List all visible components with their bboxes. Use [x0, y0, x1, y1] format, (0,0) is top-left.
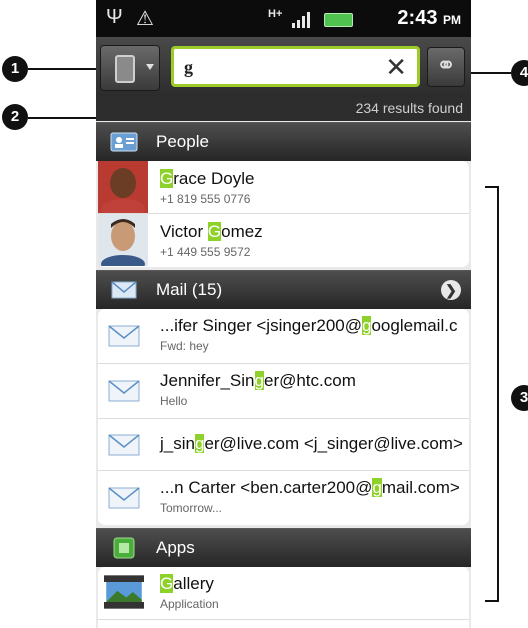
search-query: g — [184, 57, 193, 77]
results-count-bar: 234 results found — [96, 97, 471, 121]
battery-icon — [324, 13, 353, 27]
web-search-button[interactable]: ⚭ — [427, 47, 465, 87]
envelope-icon — [108, 434, 140, 456]
list-item-title: Victor Gomez — [160, 222, 263, 241]
chevron-down-icon — [146, 64, 154, 70]
list-item-subtitle: Fwd: hey — [160, 339, 209, 353]
gallery-icon — [104, 575, 144, 609]
bracket-bottom — [485, 600, 499, 602]
list-item[interactable]: Jennifer_Singer@htc.com Hello — [98, 364, 469, 419]
section-apps-title: Apps — [156, 538, 195, 557]
list-item[interactable]: Grace Doyle +1 819 555 0776 — [98, 161, 469, 214]
list-item-title: ...ifer Singer <jsinger200@googlemail.c — [160, 316, 458, 335]
list-item[interactable]: ...ifer Singer <jsinger200@googlemail.c … — [98, 309, 469, 364]
envelope-icon — [108, 325, 140, 347]
section-people: People — [96, 122, 471, 161]
callout-4-line — [465, 72, 511, 74]
search-source-button[interactable] — [100, 45, 160, 91]
list-item[interactable]: ...n Carter <ben.carter200@gmail.com> To… — [98, 471, 469, 525]
list-item-subtitle: Application — [160, 597, 219, 611]
clock: 2:43 PM — [397, 7, 461, 29]
callout-3: 3 — [511, 385, 528, 411]
network-type: H+ — [268, 8, 283, 20]
section-apps: Apps — [96, 528, 471, 567]
list-item-subtitle: Hello — [160, 394, 188, 408]
section-mail: Mail (15) ❯ — [96, 270, 471, 309]
callout-1-line — [28, 68, 100, 70]
list-item[interactable]: Gallery Application — [98, 567, 469, 620]
search-bar: g ✕ ⚭ — [96, 37, 471, 97]
mail-icon — [111, 281, 137, 299]
list-item-title: ...n Carter <ben.carter200@gmail.com> — [160, 478, 460, 497]
list-item-title: j_singer@live.com <j_singer@live.com> — [160, 434, 463, 453]
envelope-icon — [108, 487, 140, 509]
avatar — [98, 161, 148, 213]
phone-screen: Ψ ⚠ H+ 2:43 PM g ✕ ⚭ 234 results found P… — [96, 0, 471, 628]
section-people-title: People — [156, 132, 209, 151]
callout-1: 1 — [2, 56, 28, 82]
mail-card: ...ifer Singer <jsinger200@googlemail.c … — [98, 309, 469, 525]
list-item-subtitle: +1 449 555 9572 — [160, 245, 251, 259]
search-input[interactable]: g ✕ — [171, 46, 420, 87]
callout-4: 4 — [511, 60, 528, 86]
chevron-right-icon[interactable]: ❯ — [441, 280, 461, 300]
bracket-vertical — [497, 186, 499, 602]
callout-2: 2 — [2, 104, 28, 130]
globe-search-icon: ⚭ — [435, 52, 457, 79]
apps-card: Gallery Application — [98, 567, 469, 628]
list-item-title: Gallery — [160, 574, 214, 593]
list-item-title: Grace Doyle — [160, 169, 255, 188]
usb-icon: Ψ — [106, 6, 123, 28]
clear-icon[interactable]: ✕ — [385, 53, 407, 81]
people-card: Grace Doyle +1 819 555 0776 Victor Gomez… — [98, 161, 469, 267]
apps-icon — [113, 537, 135, 559]
list-item-subtitle: Tomorrow... — [160, 501, 223, 515]
list-item[interactable]: j_singer@live.com <j_singer@live.com> — [98, 419, 469, 471]
phone-icon — [115, 55, 135, 83]
list-item-title: Jennifer_Singer@htc.com — [160, 371, 356, 390]
signal-icon — [292, 10, 318, 28]
avatar — [98, 214, 148, 266]
warning-icon: ⚠ — [136, 8, 154, 30]
contacts-icon — [110, 132, 138, 152]
section-mail-title: Mail (15) — [156, 280, 223, 299]
results-count: 234 results found — [355, 100, 463, 116]
list-item[interactable]: Victor Gomez +1 449 555 9572 — [98, 214, 469, 267]
status-bar: Ψ ⚠ H+ 2:43 PM — [96, 0, 471, 37]
envelope-icon — [108, 380, 140, 402]
list-item-subtitle: +1 819 555 0776 — [160, 192, 251, 206]
